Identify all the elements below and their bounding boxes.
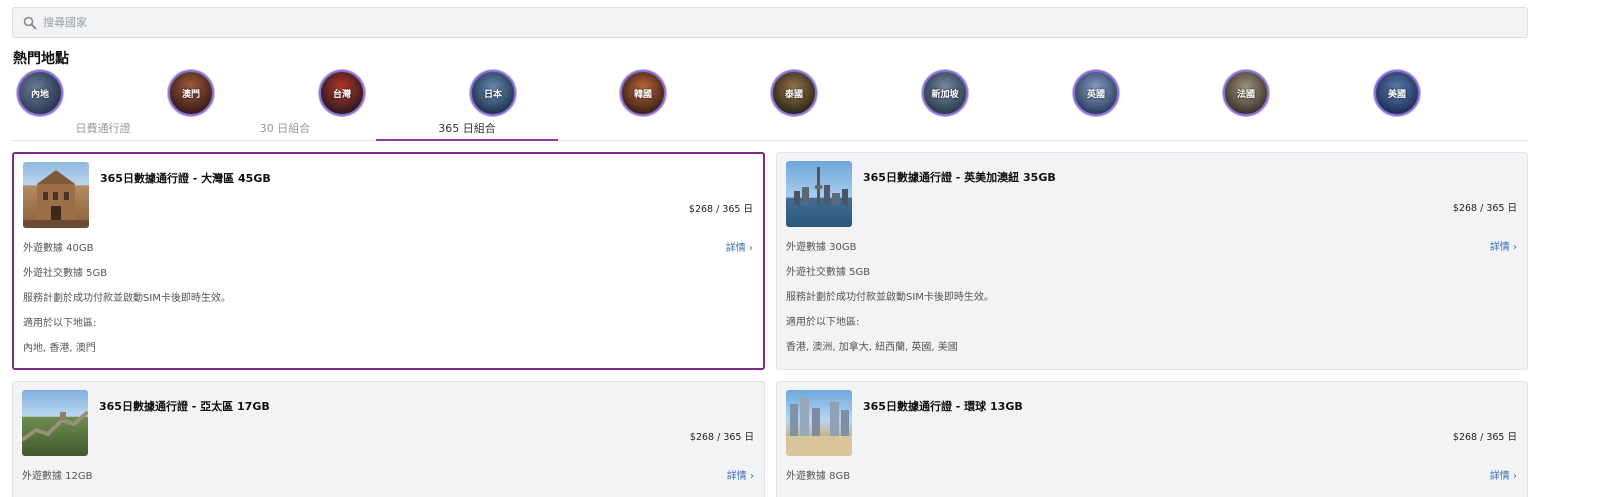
plan-card-asia-pacific[interactable]: 365日數據通行證 - 亞太區 17GB $268 / 365 日 詳情 › 外… bbox=[12, 381, 765, 497]
plan-feature: 外遊數據 8GB bbox=[786, 471, 851, 482]
section-title: 熱門地點 bbox=[13, 51, 69, 67]
destination-uk[interactable]: 英國 bbox=[1073, 70, 1119, 116]
plan-regions: 內地, 香港, 澳門 bbox=[23, 343, 96, 354]
tab-365-day[interactable]: 365 日組合 bbox=[376, 120, 558, 136]
search-input[interactable] bbox=[43, 16, 643, 29]
plan-price: $268 / 365 日 bbox=[1452, 432, 1517, 443]
plan-price: $268 / 365 日 bbox=[688, 204, 753, 215]
tab-daily-pass[interactable]: 日費通行證 bbox=[12, 120, 194, 136]
plan-thumbnail bbox=[786, 390, 852, 456]
plan-card-global[interactable]: 365日數據通行證 - 環球 13GB $268 / 365 日 詳情 › 外遊… bbox=[776, 381, 1528, 497]
plan-feature: 服務計劃於成功付款並啟動SIM卡後即時生效。 bbox=[23, 293, 231, 304]
plan-thumbnail bbox=[22, 390, 88, 456]
destination-label: 新加坡 bbox=[931, 89, 959, 100]
destination-france[interactable]: 法國 bbox=[1223, 70, 1269, 116]
details-link[interactable]: 詳情 › bbox=[1490, 238, 1517, 253]
plan-price: $268 / 365 日 bbox=[689, 432, 754, 443]
destination-label: 日本 bbox=[483, 89, 502, 100]
destination-korea[interactable]: 韓國 bbox=[620, 70, 666, 116]
plan-price: $268 / 365 日 bbox=[1452, 203, 1517, 214]
plan-feature: 外遊社交數據 5GB bbox=[786, 267, 871, 278]
plan-title: 365日數據通行證 - 英美加澳紐 35GB bbox=[863, 171, 1056, 184]
plan-feature: 外遊社交數據 5GB bbox=[23, 268, 108, 279]
plan-title: 365日數據通行證 - 環球 13GB bbox=[863, 400, 1023, 413]
destination-mainland[interactable]: 內地 bbox=[17, 70, 63, 116]
destination-label: 內地 bbox=[30, 89, 49, 100]
destination-macau[interactable]: 澳門 bbox=[168, 70, 214, 116]
active-tab-indicator bbox=[376, 139, 558, 141]
destination-label: 美國 bbox=[1387, 89, 1406, 100]
destination-label: 泰國 bbox=[784, 89, 803, 100]
details-label: 詳情 bbox=[1489, 471, 1510, 482]
plan-title: 365日數據通行證 - 大灣區 45GB bbox=[100, 172, 271, 185]
search-icon bbox=[23, 16, 37, 29]
destination-taiwan[interactable]: 台灣 bbox=[319, 70, 365, 116]
tab-30-day[interactable]: 30 日組合 bbox=[194, 120, 376, 136]
plan-thumbnail bbox=[23, 162, 89, 228]
plan-feature: 適用於以下地區: bbox=[23, 318, 97, 329]
details-label: 詳情 bbox=[1489, 242, 1510, 253]
plan-card-uk-us-ca-au-nz[interactable]: 365日數據通行證 - 英美加澳紐 35GB $268 / 365 日 詳情 ›… bbox=[776, 152, 1528, 370]
details-label: 詳情 bbox=[725, 243, 746, 254]
plan-card-greater-bay[interactable]: 365日數據通行證 - 大灣區 45GB $268 / 365 日 詳情 › 外… bbox=[12, 152, 765, 370]
plan-tabs: 日費通行證 30 日組合 365 日組合 bbox=[12, 117, 1528, 141]
destination-label: 台灣 bbox=[332, 89, 351, 100]
plan-feature: 服務計劃於成功付款並啟動SIM卡後即時生效。 bbox=[786, 292, 994, 303]
destination-usa[interactable]: 美國 bbox=[1374, 70, 1420, 116]
chevron-right-icon: › bbox=[750, 471, 754, 482]
plan-feature: 外遊數據 40GB bbox=[23, 243, 94, 254]
details-link[interactable]: 詳情 › bbox=[727, 467, 754, 482]
chevron-right-icon: › bbox=[1513, 471, 1517, 482]
plan-feature: 外遊數據 12GB bbox=[22, 471, 93, 482]
destination-label: 法國 bbox=[1236, 89, 1255, 100]
destination-singapore[interactable]: 新加坡 bbox=[922, 70, 968, 116]
destination-thailand[interactable]: 泰國 bbox=[771, 70, 817, 116]
chevron-right-icon: › bbox=[1513, 242, 1517, 253]
destination-japan[interactable]: 日本 bbox=[470, 70, 516, 116]
plan-feature: 外遊數據 30GB bbox=[786, 242, 857, 253]
destination-label: 韓國 bbox=[633, 89, 652, 100]
plan-feature: 適用於以下地區: bbox=[786, 317, 860, 328]
details-label: 詳情 bbox=[726, 471, 747, 482]
destination-label: 英國 bbox=[1086, 89, 1105, 100]
search-bar[interactable] bbox=[12, 7, 1528, 38]
destination-label: 澳門 bbox=[181, 89, 200, 100]
chevron-right-icon: › bbox=[749, 243, 753, 254]
details-link[interactable]: 詳情 › bbox=[726, 239, 753, 254]
plan-regions: 香港, 澳洲, 加拿大, 紐西蘭, 英國, 美國 bbox=[786, 342, 958, 353]
details-link[interactable]: 詳情 › bbox=[1490, 467, 1517, 482]
plan-thumbnail bbox=[786, 161, 852, 227]
plan-title: 365日數據通行證 - 亞太區 17GB bbox=[99, 400, 270, 413]
